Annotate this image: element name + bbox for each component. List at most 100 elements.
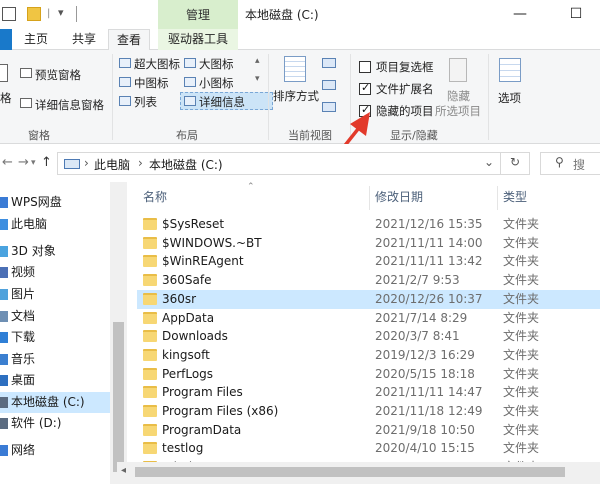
file-row[interactable]: $SysReset 2021/12/16 15:35 文件夹: [137, 215, 600, 234]
navigation-pane-icon[interactable]: [0, 64, 8, 82]
file-row[interactable]: PerfLogs 2020/5/15 18:18 文件夹: [137, 365, 600, 384]
column-header-date[interactable]: 修改日期: [375, 182, 423, 212]
ribbon-divider: [268, 54, 269, 140]
horizontal-scrollbar[interactable]: ◂: [117, 462, 600, 484]
file-row[interactable]: Program Files 2021/11/11 14:47 文件夹: [137, 383, 600, 402]
item-checkboxes-label[interactable]: 项目复选框: [376, 59, 434, 75]
file-row[interactable]: AppData 2021/7/14 8:29 文件夹: [137, 309, 600, 328]
refresh-button[interactable]: ↻: [510, 155, 520, 169]
file-row[interactable]: testlog 2020/4/10 15:15 文件夹: [137, 439, 600, 458]
hidden-items-checkbox[interactable]: [359, 103, 371, 117]
add-columns-icon[interactable]: [322, 80, 336, 90]
nav-item[interactable]: 文档: [0, 306, 110, 327]
search-input[interactable]: ⚲ 搜: [540, 152, 600, 175]
nav-scroll-thumb[interactable]: [113, 322, 124, 472]
customize-toolbar-icon[interactable]: ▾: [58, 6, 64, 19]
layout-small-icons[interactable]: 小图标: [199, 75, 234, 91]
file-extensions-label[interactable]: 文件扩展名: [376, 81, 434, 97]
nav-item[interactable]: WPS网盘: [0, 192, 110, 213]
breadcrumb-drive-c[interactable]: 本地磁盘 (C:): [149, 156, 223, 173]
folder-icon: [143, 442, 157, 455]
tab-home[interactable]: 主页: [16, 29, 56, 50]
file-tab[interactable]: [0, 29, 12, 50]
manage-contextual-tab[interactable]: 管理: [158, 0, 238, 29]
options-button[interactable]: 选项: [498, 90, 521, 106]
list-icon: [119, 96, 131, 106]
recent-dropdown-icon[interactable]: ▾: [31, 158, 36, 168]
file-extensions-checkbox[interactable]: [359, 81, 371, 95]
file-type: 文件夹: [503, 404, 540, 418]
nav-item[interactable]: 此电脑: [0, 214, 110, 235]
column-header-type[interactable]: 类型: [503, 182, 527, 212]
tab-share[interactable]: 共享: [64, 29, 104, 50]
scroll-left-icon[interactable]: ◂: [121, 465, 126, 476]
nav-item[interactable]: 桌面: [0, 370, 110, 391]
column-header-name[interactable]: 名称: [143, 182, 167, 212]
layout-extra-large-icons[interactable]: 超大图标: [134, 56, 180, 72]
file-row[interactable]: ProgramData 2021/9/18 10:50 文件夹: [137, 421, 600, 440]
layout-scroll-down-icon[interactable]: ▾: [255, 74, 260, 84]
ribbon-divider: [350, 54, 351, 140]
details-pane-button[interactable]: 详细信息窗格: [35, 97, 104, 113]
layout-large-icons[interactable]: 大图标: [199, 56, 234, 72]
hide-selected-line1[interactable]: 隐藏: [447, 88, 470, 104]
nav-item[interactable]: 下载: [0, 327, 110, 348]
size-columns-icon[interactable]: [322, 102, 336, 112]
search-placeholder: 搜: [573, 158, 586, 172]
file-row[interactable]: kingsoft 2019/12/3 16:29 文件夹: [137, 346, 600, 365]
forward-button[interactable]: →: [18, 155, 29, 170]
file-row[interactable]: $WinREAgent 2021/11/11 13:42 文件夹: [137, 252, 600, 271]
column-divider[interactable]: [369, 186, 370, 210]
nav-item[interactable]: 视频: [0, 262, 110, 283]
nav-item[interactable]: 3D 对象: [0, 241, 110, 262]
file-name: testlog: [162, 441, 204, 456]
tab-drive-tools[interactable]: 驱动器工具: [158, 29, 238, 50]
pictures-icon: [0, 289, 8, 300]
item-checkboxes-checkbox[interactable]: [359, 61, 371, 73]
column-divider[interactable]: [497, 186, 498, 210]
group-by-icon[interactable]: [322, 58, 336, 68]
address-dropdown-icon[interactable]: ⌄: [484, 153, 494, 171]
properties-icon[interactable]: [2, 7, 16, 21]
drive-c-icon: [0, 397, 8, 408]
minimize-button[interactable]: —: [500, 0, 540, 29]
file-name: Program Files (x86): [162, 404, 279, 418]
breadcrumb-this-pc[interactable]: 此电脑: [94, 156, 130, 173]
layout-medium-icons[interactable]: 中图标: [134, 75, 169, 91]
address-field[interactable]: › 此电脑 › 本地磁盘 (C:) ⌄ ↻: [57, 152, 530, 175]
nav-item-label: 软件 (D:): [11, 416, 62, 430]
details-icon: [184, 96, 196, 106]
file-name: PerfLogs: [162, 366, 214, 381]
options-icon: [499, 58, 521, 82]
navigation-pane-label[interactable]: 格: [0, 90, 12, 106]
new-folder-icon[interactable]: [27, 7, 41, 21]
file-name: Program Files: [162, 385, 243, 400]
layout-scroll-up-icon[interactable]: ▴: [255, 56, 260, 66]
hide-selected-line2[interactable]: 所选项目: [435, 103, 481, 119]
file-row[interactable]: 360sr 2020/12/26 10:37 文件夹: [137, 289, 600, 309]
nav-item-label: 桌面: [11, 373, 36, 387]
file-row[interactable]: Program Files (x86) 2021/11/18 12:49 文件夹: [137, 402, 600, 421]
horizontal-scroll-thumb[interactable]: [135, 467, 565, 477]
tab-view[interactable]: 查看: [108, 29, 151, 51]
layout-details[interactable]: 详细信息: [199, 94, 245, 110]
nav-item[interactable]: 本地磁盘 (C:): [0, 392, 110, 413]
file-row[interactable]: 360Safe 2021/2/7 9:53 文件夹: [137, 271, 600, 290]
nav-item[interactable]: 软件 (D:): [0, 413, 110, 434]
file-name: $WinREAgent: [162, 254, 244, 269]
sort-by-button[interactable]: 排序方式: [273, 88, 319, 104]
hidden-items-label[interactable]: 隐藏的项目: [376, 103, 434, 119]
nav-item[interactable]: 网络: [0, 440, 110, 461]
nav-scrollbar[interactable]: [110, 182, 127, 484]
back-button[interactable]: ←: [2, 155, 13, 170]
file-row[interactable]: Downloads 2020/3/7 8:41 文件夹: [137, 327, 600, 346]
layout-list[interactable]: 列表: [134, 94, 157, 110]
maximize-button[interactable]: ☐: [556, 0, 596, 29]
nav-item[interactable]: 音乐: [0, 349, 110, 370]
file-row[interactable]: $WINDOWS.~BT 2021/11/11 14:00 文件夹: [137, 234, 600, 253]
up-button[interactable]: ↑: [41, 155, 52, 170]
preview-pane-button[interactable]: 预览窗格: [35, 67, 81, 83]
file-type: 文件夹: [503, 441, 540, 456]
nav-item[interactable]: 图片: [0, 284, 110, 305]
title-bar: | ▾ 管理 本地磁盘 (C:) — ☐: [0, 0, 600, 29]
